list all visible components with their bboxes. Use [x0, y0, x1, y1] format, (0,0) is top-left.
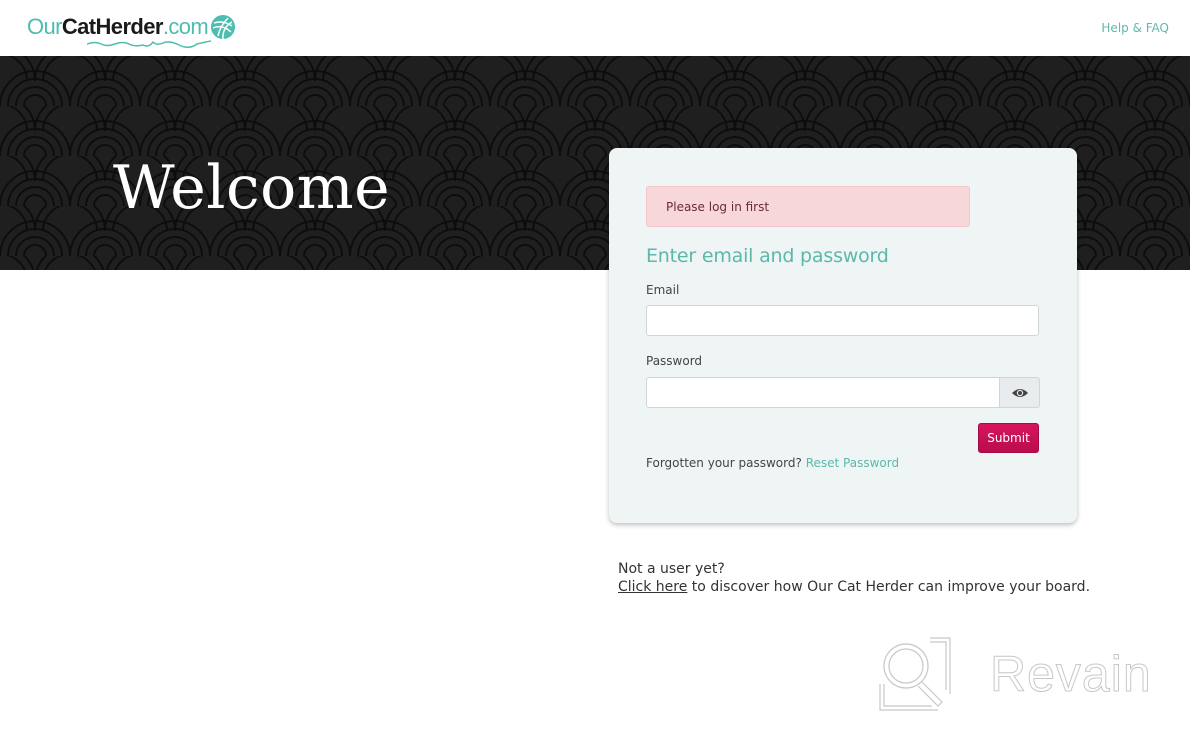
submit-button[interactable]: Submit: [978, 423, 1039, 453]
login-title: Enter email and password: [646, 245, 889, 267]
revain-watermark-text: Revain: [990, 646, 1152, 703]
forgot-password-row: Forgotten your password? Reset Password: [646, 456, 899, 470]
help-faq-link[interactable]: Help & FAQ: [1101, 21, 1169, 35]
logo-text-com: .com: [162, 14, 209, 39]
logo-text-our: Our: [27, 14, 62, 39]
eye-icon: [1011, 388, 1028, 397]
yarn-ball-icon: [211, 15, 236, 40]
password-input[interactable]: [646, 377, 1000, 408]
revain-watermark: Revain: [876, 636, 1152, 712]
site-logo[interactable]: OurCatHerder.com: [27, 12, 236, 48]
yarn-thread-decoration: [87, 40, 212, 48]
signup-line: Click here to discover how Our Cat Herde…: [618, 578, 1090, 596]
forgot-password-text: Forgotten your password?: [646, 456, 802, 470]
revain-logo-icon: [879, 637, 951, 711]
logo-text: OurCatHerder.com: [27, 12, 209, 42]
logo-text-catherder: CatHerder: [61, 14, 164, 39]
email-input[interactable]: [646, 305, 1039, 336]
signup-text: to discover how Our Cat Herder can impro…: [687, 579, 1091, 595]
reset-password-link[interactable]: Reset Password: [806, 456, 899, 470]
signup-prompt: Not a user yet? Click here to discover h…: [618, 560, 1090, 596]
click-here-link[interactable]: Click here: [618, 579, 687, 595]
login-card: Please log in first Enter email and pass…: [609, 148, 1077, 523]
email-label: Email: [646, 283, 680, 297]
show-password-button[interactable]: [999, 377, 1040, 408]
welcome-heading: Welcome: [113, 153, 391, 223]
password-label: Password: [646, 354, 703, 368]
login-alert: Please log in first: [646, 186, 970, 227]
top-navbar: OurCatHerder.com Help & FAQ: [0, 0, 1190, 56]
signup-question: Not a user yet?: [618, 561, 725, 577]
